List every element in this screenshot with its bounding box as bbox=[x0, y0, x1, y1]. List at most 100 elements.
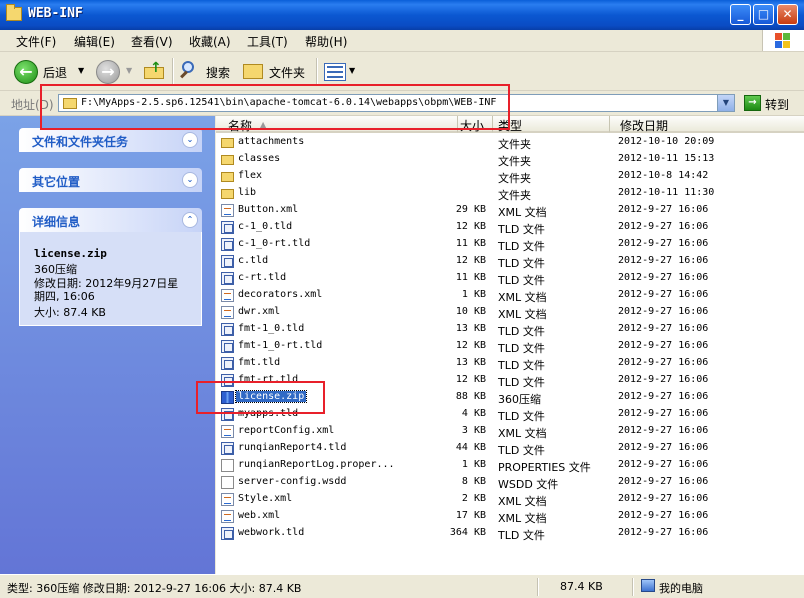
menu-favorites[interactable]: 收藏(A) bbox=[189, 33, 231, 50]
folder-icon bbox=[221, 189, 234, 199]
address-highlight-box bbox=[40, 84, 510, 130]
forward-dropdown-icon[interactable]: ▼ bbox=[126, 66, 132, 75]
file-name: flex bbox=[238, 170, 263, 181]
tld-file-icon bbox=[221, 442, 234, 455]
file-row[interactable]: flex 文件夹 2012-10-8 14:42 bbox=[216, 168, 804, 185]
file-type: TLD 文件 bbox=[498, 410, 545, 423]
folder-icon bbox=[221, 172, 234, 182]
file-size: 12 KB bbox=[455, 340, 486, 351]
maximize-button[interactable]: □ bbox=[753, 4, 774, 25]
file-name: fmt-1_0-rt.tld bbox=[238, 340, 323, 351]
file-modified: 2012-9-27 16:06 bbox=[618, 204, 709, 215]
file-size: 13 KB bbox=[455, 323, 486, 334]
file-row[interactable]: lib 文件夹 2012-10-11 11:30 bbox=[216, 185, 804, 202]
file-row[interactable]: classes 文件夹 2012-10-11 15:13 bbox=[216, 151, 804, 168]
xml-file-icon bbox=[221, 425, 234, 438]
details-panel: license.zip 360压缩 修改日期: 2012年9月27日星 期四, … bbox=[19, 232, 202, 326]
file-size: 364 KB bbox=[449, 527, 486, 538]
file-row[interactable]: Button.xml 29 KB XML 文档 2012-9-27 16:06 bbox=[216, 202, 804, 219]
menu-bar: 文件(F) 编辑(E) 查看(V) 收藏(A) 工具(T) 帮助(H) bbox=[0, 30, 804, 52]
file-name: server-config.wsdd bbox=[238, 476, 347, 487]
file-modified: 2012-10-10 20:09 bbox=[618, 136, 715, 147]
file-row[interactable]: web.xml 17 KB XML 文档 2012-9-27 16:06 bbox=[216, 508, 804, 525]
go-button[interactable]: 转到 bbox=[765, 96, 789, 113]
file-type: TLD 文件 bbox=[498, 376, 545, 389]
file-row[interactable]: runqianReportLog.proper... 1 KB PROPERTIES… bbox=[216, 457, 804, 474]
file-name: Style.xml bbox=[238, 493, 293, 504]
file-type: TLD 文件 bbox=[498, 325, 545, 338]
search-button[interactable]: 搜索 bbox=[206, 64, 230, 81]
file-name: classes bbox=[238, 153, 281, 164]
tld-file-icon bbox=[221, 221, 234, 234]
title-bar[interactable]: WEB-INF _ □ ✕ bbox=[0, 0, 804, 30]
file-row[interactable]: c-1_0.tld 12 KB TLD 文件 2012-9-27 16:06 bbox=[216, 219, 804, 236]
other-places-header[interactable]: 其它位置 ⌄ bbox=[19, 168, 202, 192]
menu-help[interactable]: 帮助(H) bbox=[305, 33, 347, 50]
file-modified: 2012-9-27 16:06 bbox=[618, 476, 709, 487]
minimize-button[interactable]: _ bbox=[730, 4, 751, 25]
file-type: TLD 文件 bbox=[498, 274, 545, 287]
file-row[interactable]: reportConfig.xml 3 KB XML 文档 2012-9-27 16:0… bbox=[216, 423, 804, 440]
back-button[interactable]: 后退 bbox=[43, 64, 67, 81]
license-highlight-box bbox=[196, 381, 325, 414]
file-size: 13 KB bbox=[455, 357, 486, 368]
toolbar-separator bbox=[172, 58, 174, 84]
folders-button[interactable]: 文件夹 bbox=[269, 64, 305, 81]
file-type: XML 文档 bbox=[498, 512, 547, 525]
file-folder-tasks-header[interactable]: 文件和文件夹任务 ⌄ bbox=[19, 128, 202, 152]
file-row[interactable]: decorators.xml 1 KB XML 文档 2012-9-27 16:06 bbox=[216, 287, 804, 304]
go-arrow-icon[interactable]: → bbox=[744, 95, 761, 111]
menu-view[interactable]: 查看(V) bbox=[131, 33, 173, 50]
file-size: 12 KB bbox=[455, 255, 486, 266]
file-row[interactable]: server-config.wsdd 8 KB WSDD 文件 2012-9-27 1… bbox=[216, 474, 804, 491]
file-row[interactable]: fmt-1_0-rt.tld 12 KB TLD 文件 2012-9-27 16:06 bbox=[216, 338, 804, 355]
file-name: fmt-1_0.tld bbox=[238, 323, 305, 334]
close-button[interactable]: ✕ bbox=[777, 4, 798, 25]
panel-title: 详细信息 bbox=[32, 215, 81, 229]
file-row[interactable]: webwork.tld 364 KB TLD 文件 2012-9-27 16:06 bbox=[216, 525, 804, 542]
file-row[interactable]: c-1_0-rt.tld 11 KB TLD 文件 2012-9-27 16:06 bbox=[216, 236, 804, 253]
status-location: 我的电脑 bbox=[659, 582, 703, 595]
menu-file[interactable]: 文件(F) bbox=[16, 33, 56, 50]
file-size: 11 KB bbox=[455, 238, 486, 249]
tld-file-icon bbox=[221, 323, 234, 336]
file-name: reportConfig.xml bbox=[238, 425, 335, 436]
file-row[interactable]: fmt-1_0.tld 13 KB TLD 文件 2012-9-27 16:06 bbox=[216, 321, 804, 338]
file-row[interactable]: fmt.tld 13 KB TLD 文件 2012-9-27 16:06 bbox=[216, 355, 804, 372]
forward-arrow-icon[interactable]: → bbox=[96, 60, 120, 84]
file-row[interactable]: c.tld 12 KB TLD 文件 2012-9-27 16:06 bbox=[216, 253, 804, 270]
file-row[interactable]: attachments 文件夹 2012-10-10 20:09 bbox=[216, 134, 804, 151]
views-dropdown-icon[interactable]: ▼ bbox=[349, 66, 355, 75]
menu-edit[interactable]: 编辑(E) bbox=[74, 33, 115, 50]
file-modified: 2012-9-27 16:06 bbox=[618, 272, 709, 283]
file-row[interactable]: runqianReport4.tld 44 KB TLD 文件 2012-9-27 1… bbox=[216, 440, 804, 457]
file-modified: 2012-9-27 16:06 bbox=[618, 238, 709, 249]
folders-icon[interactable] bbox=[243, 64, 263, 79]
views-icon[interactable] bbox=[324, 63, 346, 81]
up-folder-icon[interactable]: ↑ bbox=[144, 61, 164, 79]
column-header-modified[interactable]: 修改日期 bbox=[610, 116, 804, 133]
chevron-up-icon[interactable]: ⌃ bbox=[182, 212, 198, 228]
details-header[interactable]: 详细信息 ⌃ bbox=[19, 208, 202, 232]
folder-icon bbox=[221, 138, 234, 148]
menu-tools[interactable]: 工具(T) bbox=[247, 33, 288, 50]
xml-file-icon bbox=[221, 289, 234, 302]
back-dropdown-icon[interactable]: ▼ bbox=[78, 66, 84, 75]
file-type: TLD 文件 bbox=[498, 223, 545, 236]
file-type: XML 文档 bbox=[498, 495, 547, 508]
file-row[interactable]: dwr.xml 10 KB XML 文档 2012-9-27 16:06 bbox=[216, 304, 804, 321]
file-modified: 2012-9-27 16:06 bbox=[618, 357, 709, 368]
search-icon[interactable] bbox=[180, 61, 200, 81]
chevron-down-icon[interactable]: ⌄ bbox=[182, 172, 198, 188]
file-name: lib bbox=[238, 187, 257, 198]
tld-file-icon bbox=[221, 340, 234, 353]
chevron-down-icon[interactable]: ⌄ bbox=[182, 132, 198, 148]
file-row[interactable]: c-rt.tld 11 KB TLD 文件 2012-9-27 16:06 bbox=[216, 270, 804, 287]
address-dropdown-icon[interactable]: ▼ bbox=[717, 95, 734, 111]
file-name: webwork.tld bbox=[238, 527, 305, 538]
file-row[interactable]: Style.xml 2 KB XML 文档 2012-9-27 16:06 bbox=[216, 491, 804, 508]
column-header-type[interactable]: 类型 bbox=[493, 116, 610, 133]
file-size: 12 KB bbox=[455, 374, 486, 385]
file-type: XML 文档 bbox=[498, 308, 547, 321]
back-arrow-icon[interactable]: ← bbox=[14, 60, 38, 84]
